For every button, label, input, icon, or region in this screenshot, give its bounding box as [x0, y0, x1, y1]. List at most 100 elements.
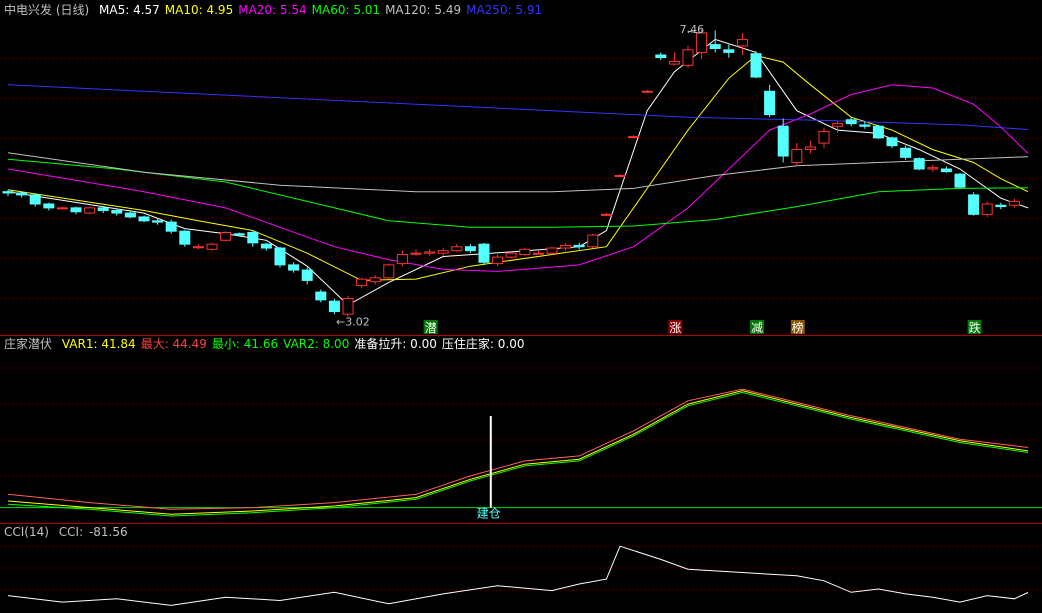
candle-body — [274, 247, 286, 266]
candle-body — [872, 125, 884, 139]
indicator-panel-zhuangjia[interactable]: 庄家潜伏 VAR1: 41.84 最大: 44.49 最小: 41.66 VAR2: … — [0, 336, 1042, 523]
candle-body — [573, 244, 585, 248]
signal-label: 跌 — [969, 320, 981, 335]
candle-body — [369, 277, 381, 283]
candle-body — [342, 298, 354, 315]
indicator-panel-cci[interactable]: CCI(14) CCI: -81.56 — [0, 524, 1042, 613]
candle-body — [396, 254, 408, 265]
price-panel[interactable]: 中电兴发 (日线) MA5: 4.57 MA10: 4.95 MA20: 5.54 M… — [0, 0, 1042, 335]
candle-body — [138, 216, 150, 222]
candle-body — [70, 207, 82, 213]
candle-body — [410, 252, 422, 255]
candle-body — [437, 250, 449, 254]
candle-body — [2, 191, 14, 194]
signal-label: 榜 — [792, 320, 804, 335]
candle-body — [628, 136, 640, 139]
candle-body — [900, 147, 912, 158]
candle-body — [152, 220, 164, 223]
candle-body — [736, 38, 748, 47]
candle-body — [614, 174, 626, 177]
candle-body — [668, 60, 680, 65]
candle-body — [764, 90, 776, 116]
candle-body — [424, 251, 436, 254]
candle-body — [97, 207, 109, 211]
candle-body — [233, 233, 245, 236]
candle-body — [777, 125, 789, 157]
candle-body — [560, 244, 572, 249]
low-label: ←3.02 — [336, 316, 370, 329]
candle-body — [995, 204, 1007, 208]
candle-body — [124, 212, 136, 218]
high-label: 7.46 — [680, 23, 705, 36]
signal-tag: 潜 — [423, 320, 438, 335]
cci-line — [7, 545, 1029, 606]
candle-body — [56, 207, 68, 210]
candle-body — [845, 119, 857, 125]
candle-body — [519, 248, 531, 256]
marker-label: 建仓 — [477, 507, 501, 521]
candle-body — [791, 149, 803, 164]
signal-label: 涨 — [669, 320, 681, 335]
ma-line-ma250 — [7, 84, 1029, 130]
candle-body — [981, 203, 993, 215]
ind1-line — [7, 390, 1029, 515]
candle-body — [247, 231, 259, 244]
candle-body — [886, 137, 898, 147]
candle-body — [546, 247, 558, 254]
candlestick-chart[interactable]: 7.46 ←3.02 潜 涨 减 榜 跌 — [0, 0, 1042, 335]
candle-body — [478, 243, 490, 263]
candle-body — [723, 49, 735, 53]
signal-tag: 涨 — [668, 320, 683, 335]
candle-body — [1008, 200, 1020, 206]
candle-body — [260, 243, 272, 249]
ma-line-ma120 — [7, 152, 1029, 193]
candle-body — [641, 90, 653, 93]
candle-body — [111, 209, 123, 214]
candle-body — [927, 167, 939, 170]
candle-body — [288, 264, 300, 271]
candle-body — [220, 231, 232, 241]
candle-body — [43, 203, 55, 209]
indicator-chart[interactable]: 建仓 — [0, 336, 1042, 523]
candle-body — [315, 291, 327, 301]
signal-tag: 跌 — [967, 320, 982, 335]
candle-body — [532, 252, 544, 255]
candle-body — [859, 124, 871, 127]
candle-body — [206, 243, 218, 250]
signal-tag: 减 — [750, 320, 764, 335]
candle-body — [328, 300, 340, 313]
candle-body — [655, 54, 667, 59]
candle-body — [954, 173, 966, 188]
ind1-line — [7, 388, 1029, 510]
candle-body — [940, 168, 952, 173]
ma-line-ma5 — [7, 38, 1029, 306]
candle-body — [968, 194, 980, 215]
candle-body — [818, 130, 830, 144]
candle-body — [383, 264, 395, 279]
candle-body — [84, 207, 96, 214]
candle-body — [587, 234, 599, 248]
signal-tag: 榜 — [790, 320, 805, 335]
candle-body — [356, 278, 368, 287]
candle-body — [709, 44, 721, 50]
candle-body — [832, 123, 844, 127]
candle-body — [29, 194, 41, 205]
candle-body — [505, 252, 517, 258]
candle-body — [600, 213, 612, 216]
ma-line-ma60 — [7, 158, 1029, 228]
signal-label: 减 — [751, 321, 763, 335]
ind1-line — [7, 391, 1029, 517]
candle-body — [301, 269, 313, 281]
candle-body — [16, 192, 28, 196]
candle-body — [464, 246, 476, 252]
candle-body — [913, 158, 925, 170]
candle-body — [682, 49, 694, 66]
candle-body — [192, 246, 204, 249]
candle-body — [165, 221, 177, 232]
candle-body — [492, 256, 504, 265]
candle-body — [804, 146, 816, 151]
candle-body — [750, 53, 762, 78]
candle-body — [451, 246, 463, 252]
signal-label: 潜 — [425, 321, 437, 335]
cci-chart[interactable] — [0, 524, 1042, 613]
